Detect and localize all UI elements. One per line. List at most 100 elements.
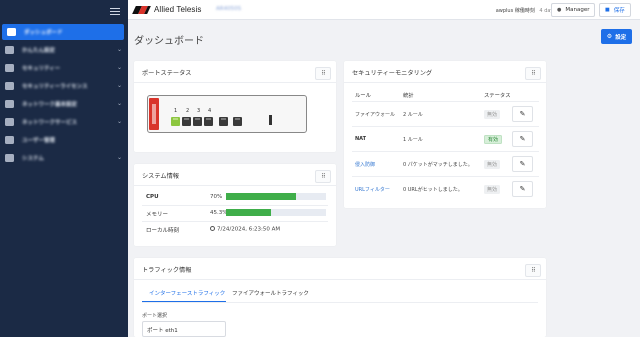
sidebar-item-user-management[interactable]: ユーザー管理 [0, 132, 128, 148]
sidebar-item-dashboard[interactable]: ダッシュボード [2, 24, 124, 40]
divider [134, 185, 336, 186]
rule-stats: 0 パケットがマッチしました。 [403, 162, 473, 168]
edit-intrusion-prevention-button[interactable]: ✎ [512, 156, 533, 172]
gear-icon: ⚙ [606, 33, 613, 40]
sidebar-item-network-services[interactable]: ネットワークサービス ⌄ [0, 114, 128, 130]
rule-url-filter-link[interactable]: URLフィルター [355, 186, 390, 193]
port-4[interactable] [204, 117, 213, 126]
port-select[interactable]: ポート eth1 [142, 321, 226, 337]
dashboard-icon [7, 28, 16, 36]
divider [142, 302, 538, 303]
port-1[interactable] [171, 117, 180, 126]
sidebar-item-label: ネットワークサービス [22, 120, 78, 126]
manager-label: Manager [565, 7, 590, 13]
port-6[interactable] [233, 117, 242, 126]
card-title: セキュリティーモニタリング [352, 70, 433, 77]
tab-firewall-traffic[interactable]: ファイアウォールトラフィック [232, 289, 309, 297]
sidebar-item-label: ネットワーク基本設定 [22, 102, 78, 108]
memory-usage-bar [226, 209, 326, 216]
rule-intrusion-prevention-link[interactable]: 侵入防御 [355, 161, 375, 168]
gear-icon [5, 154, 14, 162]
divider [134, 82, 336, 83]
device-brand-tag [149, 98, 159, 130]
drag-handle-icon[interactable]: ⠿ [315, 67, 331, 80]
memory-label: メモリー [146, 212, 169, 218]
sidebar-item-label: ダッシュボード [24, 30, 63, 36]
status-badge: 無効 [484, 110, 501, 119]
divider [134, 279, 546, 280]
rule-nat: NAT [355, 136, 367, 142]
settings-label: 設定 [615, 34, 627, 41]
page-title: ダッシュボード [134, 36, 204, 47]
save-icon: ■ [605, 7, 610, 13]
edit-nat-button[interactable]: ✎ [512, 131, 533, 147]
chevron-down-icon: ⌄ [116, 64, 122, 71]
port-3[interactable] [193, 117, 202, 126]
rule-stats: 0 URLがヒットしました。 [403, 187, 463, 193]
divider [142, 221, 328, 222]
settings-button[interactable]: ⚙ 設定 [601, 29, 632, 44]
divider [352, 176, 539, 177]
network-icon [5, 100, 14, 108]
chevron-down-icon: ⌄ [116, 46, 122, 53]
pencil-icon: ✎ [519, 160, 526, 168]
logo-mark-icon [132, 5, 151, 14]
drag-handle-icon[interactable]: ⠿ [315, 170, 331, 183]
sidebar-item-label: システム [22, 156, 44, 162]
chevron-down-icon: ⌄ [116, 118, 122, 125]
brand-name: Allied Telesis [154, 5, 202, 14]
tab-interface-traffic[interactable]: インターフェーストラフィック [149, 289, 225, 297]
username: awplus [495, 8, 514, 14]
port-number: 4 [208, 108, 212, 114]
chevron-down-icon: ⌄ [116, 154, 122, 161]
divider [352, 126, 539, 127]
users-icon [5, 136, 14, 144]
sidebar-item-security[interactable]: セキュリティー ⌄ [0, 60, 128, 76]
license-icon [5, 82, 14, 90]
manager-button[interactable]: ● Manager [551, 3, 596, 17]
port-number: 2 [186, 108, 190, 114]
save-button[interactable]: ■ 保存 [599, 3, 631, 17]
lock-icon [5, 64, 14, 72]
rule-stats: 1 ルール [403, 137, 423, 143]
sidebar-item-label: セキュリティーライセンス [22, 84, 88, 90]
port-2[interactable] [182, 117, 191, 126]
drag-handle-icon[interactable]: ⠿ [525, 67, 541, 80]
sidebar-item-label: かんたん設定 [22, 48, 56, 54]
uptime-label: 稼働時刻 [514, 8, 535, 14]
pencil-icon: ✎ [519, 110, 526, 118]
local-time-label: ローカル時刻 [146, 228, 180, 234]
port-5[interactable] [219, 117, 228, 126]
drag-handle-icon[interactable]: ⠿ [525, 264, 541, 277]
device-front-panel [147, 95, 307, 133]
pencil-icon: ✎ [519, 135, 526, 143]
edit-firewall-button[interactable]: ✎ [512, 106, 533, 122]
save-label: 保存 [613, 8, 625, 14]
column-header-status: ステータス [484, 93, 511, 99]
edit-url-filter-button[interactable]: ✎ [512, 181, 533, 197]
chevron-down-icon: ⌄ [116, 100, 122, 107]
memory-value: 45.3% [210, 210, 228, 216]
status-badge: 無効 [484, 185, 501, 194]
status-badge: 有効 [484, 135, 503, 144]
divider [344, 82, 546, 83]
services-icon [5, 118, 14, 126]
port-number: 1 [174, 108, 178, 114]
sidebar-item-network-basic[interactable]: ネットワーク基本設定 ⌄ [0, 96, 128, 112]
sidebar-item-security-license[interactable]: セキュリティーライセンス ⌄ [0, 78, 128, 94]
status-badge: 無効 [484, 160, 501, 169]
port-select-label: ポート選択 [142, 313, 168, 319]
card-title: トラフィック情報 [142, 267, 192, 274]
menu-toggle-icon[interactable] [110, 8, 120, 15]
port-number: 3 [197, 108, 201, 114]
card-title: システム情報 [142, 173, 179, 180]
chevron-down-icon: ⌄ [116, 82, 122, 89]
divider [142, 205, 328, 206]
sidebar-item-easy-setup[interactable]: かんたん設定 ⌄ [0, 42, 128, 58]
sidebar: ダッシュボード かんたん設定 ⌄ セキュリティー ⌄ セキュリティーライセンス … [0, 0, 128, 337]
column-header-stats: 統計 [403, 93, 414, 99]
clock-icon [210, 226, 215, 231]
sidebar-item-system[interactable]: システム ⌄ [0, 150, 128, 166]
rule-firewall: ファイアウォール [355, 112, 396, 118]
cpu-usage-bar [226, 193, 326, 200]
